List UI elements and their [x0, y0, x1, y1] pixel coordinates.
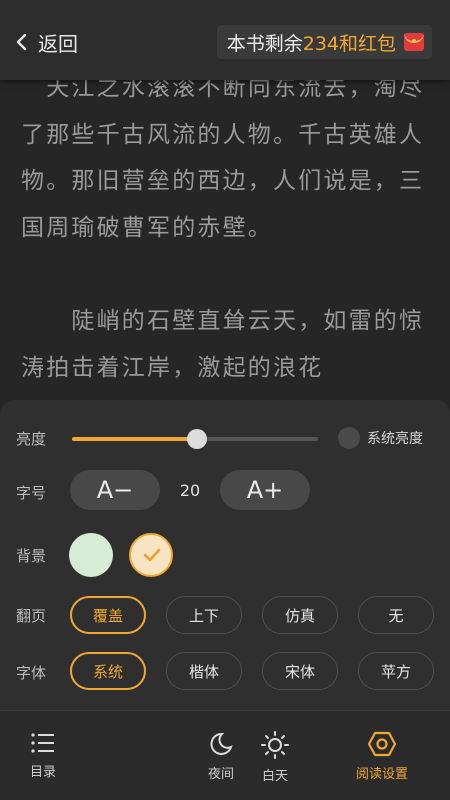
- font-option-pingfang[interactable]: 苹方: [358, 652, 434, 690]
- font-option-system[interactable]: 系统: [70, 652, 146, 690]
- sun-icon: [261, 731, 289, 759]
- option-label: 楷体: [188, 662, 219, 681]
- promo-prefix: 本书剩余: [226, 32, 303, 55]
- red-packet-icon: [404, 33, 424, 51]
- paragraph: 陡峭的石壁直耸云天，如雷的惊涛拍击着江岸，激起的浪花: [21, 308, 425, 381]
- back-button[interactable]: 返回: [14, 26, 78, 58]
- settings-hexagon-icon: [368, 731, 396, 757]
- list-icon: [31, 733, 54, 753]
- nav-label: 白天: [261, 769, 288, 784]
- nav-label: 阅读设置: [356, 767, 409, 782]
- back-label: 返回: [38, 31, 78, 56]
- font-family-label: 字体: [16, 664, 47, 682]
- radio-icon: [338, 427, 360, 449]
- page-turn-option-simulation[interactable]: 仿真: [262, 596, 338, 634]
- option-label: 覆盖: [92, 606, 123, 625]
- nav-night-mode[interactable]: 夜间: [208, 731, 234, 782]
- page-turn-option-cover[interactable]: 覆盖: [70, 596, 146, 634]
- option-label: 宋体: [284, 662, 315, 681]
- system-brightness-label: 系统亮度: [367, 431, 423, 447]
- font-option-songti[interactable]: 宋体: [262, 652, 338, 690]
- option-label: 系统: [92, 662, 123, 681]
- paragraph: 天江之水滚滚不断向东流去，淘尽了那些千古风流的人物。千古英雄人物。那旧营垒的西边…: [21, 80, 425, 241]
- chevron-left-icon: [16, 33, 27, 51]
- font-increase-button[interactable]: A+: [220, 470, 310, 510]
- brightness-label: 亮度: [16, 430, 47, 448]
- font-decrease-label: A−: [96, 476, 134, 504]
- nav-reading-settings[interactable]: 阅读设置: [356, 731, 408, 782]
- top-bar: 返回 本书剩余 234和红包: [0, 0, 450, 80]
- font-decrease-button[interactable]: A−: [70, 470, 160, 510]
- check-icon: [143, 548, 161, 562]
- bottom-navigation: 目录 夜间 白天 阅读设置: [0, 710, 450, 800]
- promo-highlight: 234和红包: [302, 32, 396, 55]
- font-option-kaiti[interactable]: 楷体: [166, 652, 242, 690]
- nav-label: 夜间: [208, 767, 235, 782]
- font-size-label: 字号: [16, 484, 47, 502]
- nav-label: 目录: [30, 765, 57, 780]
- option-label: 无: [388, 606, 404, 625]
- page-turn-option-none[interactable]: 无: [358, 596, 434, 634]
- font-size-value: 20: [179, 481, 201, 500]
- option-label: 苹方: [380, 662, 411, 681]
- background-label: 背景: [16, 547, 47, 565]
- option-label: 仿真: [284, 606, 315, 625]
- remaining-reward-banner[interactable]: 本书剩余 234和红包: [216, 25, 432, 59]
- brightness-slider-fill: [72, 437, 198, 441]
- option-label: 上下: [188, 606, 219, 625]
- moon-icon: [210, 732, 233, 755]
- brightness-slider[interactable]: [72, 429, 318, 449]
- page-turn-label: 翻页: [16, 607, 47, 625]
- background-swatch-green[interactable]: [69, 533, 113, 577]
- background-swatch-cream[interactable]: [129, 533, 173, 577]
- page-turn-option-vertical[interactable]: 上下: [166, 596, 242, 634]
- system-brightness-toggle[interactable]: 系统亮度: [338, 427, 423, 449]
- reading-content[interactable]: 天江之水滚滚不断向东流去，淘尽了那些千古风流的人物。千古英雄人物。那旧营垒的西边…: [0, 80, 450, 400]
- nav-catalog[interactable]: 目录: [30, 731, 56, 780]
- nav-day-mode[interactable]: 白天: [261, 731, 289, 784]
- font-increase-label: A+: [246, 476, 284, 504]
